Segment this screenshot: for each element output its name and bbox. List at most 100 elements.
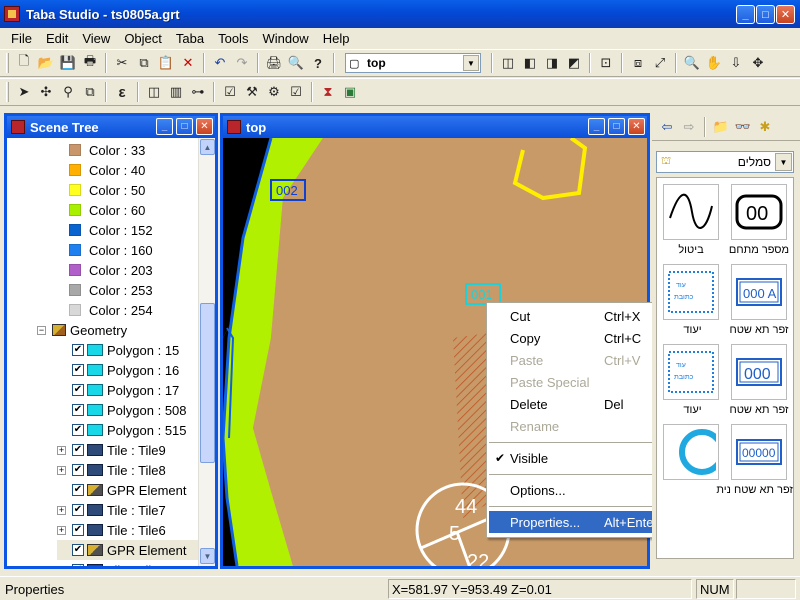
tree-item-color[interactable]: Color : 33 [69, 140, 145, 160]
favorite-star-icon[interactable]: ✱ [754, 116, 776, 138]
tree-item-polygon[interactable]: ✔ Polygon : 16 [57, 360, 179, 380]
toolbar-grip[interactable] [6, 53, 9, 73]
open-folder-icon[interactable]: 📂 [35, 52, 57, 74]
close-button[interactable]: ✕ [776, 5, 795, 24]
up-folder-icon[interactable]: 📁 [710, 116, 732, 138]
scroll-down-icon[interactable]: ▼ [200, 548, 215, 564]
scene-tree-maximize-button[interactable]: □ [176, 118, 193, 135]
panel-left-icon[interactable]: ◫ [143, 81, 165, 103]
tree-item-color[interactable]: Color : 152 [69, 220, 153, 240]
palette-category-select[interactable]: ⛫ סמלים ▼ [656, 151, 794, 173]
scene-tree-list[interactable]: Color : 33 Color : 40 Color : 50 Color : 60… [7, 138, 199, 566]
menu-window[interactable]: Window [255, 31, 315, 46]
export-icon[interactable]: ▣ [339, 81, 361, 103]
print-icon[interactable]: 🖨 [263, 52, 285, 74]
expand-icon[interactable]: + [57, 565, 66, 566]
collapse-icon[interactable]: − [37, 325, 46, 335]
view-select[interactable]: ▢ top ▼ [345, 53, 481, 73]
visibility-checkbox[interactable]: ✔ [72, 404, 84, 416]
visibility-checkbox[interactable]: ✔ [72, 384, 84, 396]
menu-file[interactable]: File [4, 31, 39, 46]
cut-icon[interactable]: ✂ [111, 52, 133, 74]
tree-item-color[interactable]: Color : 253 [69, 280, 153, 300]
scroll-up-icon[interactable]: ▲ [200, 139, 215, 155]
checklist-icon[interactable]: ☑ [219, 81, 241, 103]
view-iso-icon[interactable]: ◨ [541, 52, 563, 74]
menu-tools[interactable]: Tools [211, 31, 255, 46]
scene-tree-close-button[interactable]: ✕ [196, 118, 213, 135]
zoom-window-icon[interactable]: ⧈ [627, 52, 649, 74]
toolbar-grip[interactable] [6, 82, 9, 102]
tree-item-color[interactable]: Color : 40 [69, 160, 145, 180]
help-icon[interactable]: ? [307, 52, 329, 74]
tree-item-color[interactable]: Color : 60 [69, 200, 145, 220]
tools-icon[interactable]: ⚒ [241, 81, 263, 103]
visibility-checkbox[interactable]: ✔ [72, 364, 84, 376]
symbol-tile[interactable]: 00 [731, 184, 787, 240]
zoom-fit-icon[interactable]: ⤢ [649, 52, 671, 74]
top-view-minimize-button[interactable]: _ [588, 118, 605, 135]
symbol-tile[interactable]: עוד כתובת [663, 344, 719, 400]
menu-help[interactable]: Help [316, 31, 357, 46]
tree-item-polygon[interactable]: ✔ Polygon : 17 [57, 380, 179, 400]
tree-item-gpr[interactable]: ✔ GPR Element [57, 540, 199, 560]
visibility-checkbox[interactable]: ✔ [72, 344, 84, 356]
symbol-tile[interactable]: עוד כתובת [663, 264, 719, 320]
pan-hand-icon[interactable]: ✋ [703, 52, 725, 74]
delete-icon[interactable]: ✕ [177, 52, 199, 74]
visibility-checkbox[interactable]: ✔ [72, 564, 84, 566]
settings-icon[interactable]: ⚙ [263, 81, 285, 103]
back-arrow-icon[interactable]: ⇦ [656, 116, 678, 138]
rotate-icon[interactable]: ⇩ [725, 52, 747, 74]
menu-view[interactable]: View [75, 31, 117, 46]
menu-object[interactable]: Object [117, 31, 169, 46]
move-icon[interactable]: ✥ [747, 52, 769, 74]
symbol-tile[interactable] [663, 424, 719, 480]
symbol-tile[interactable]: 000 [731, 344, 787, 400]
tree-item-tile[interactable]: + ✔ Tile : Tile4 [57, 560, 166, 566]
tree-item-polygon[interactable]: ✔ Polygon : 508 [57, 400, 187, 420]
chevron-down-icon[interactable]: ▼ [775, 153, 792, 171]
symbol-tile[interactable]: 00000 [731, 424, 787, 480]
tree-item-tile[interactable]: + ✔ Tile : Tile9 [57, 440, 166, 460]
menu-taba[interactable]: Taba [169, 31, 211, 46]
select-arrow-icon[interactable]: ➤ [13, 81, 35, 103]
maximize-button[interactable]: □ [756, 5, 775, 24]
tree-item-tile[interactable]: + ✔ Tile : Tile8 [57, 460, 166, 480]
layers-icon[interactable]: ⧗ [317, 81, 339, 103]
forward-arrow-icon[interactable]: ⇨ [678, 116, 700, 138]
scroll-thumb[interactable] [200, 303, 215, 463]
view-side-icon[interactable]: ◧ [519, 52, 541, 74]
visibility-checkbox[interactable]: ✔ [72, 484, 84, 496]
scene-tree-minimize-button[interactable]: _ [156, 118, 173, 135]
paste-icon[interactable]: 📋 [155, 52, 177, 74]
tree-item-geometry[interactable]: − Geometry [37, 320, 127, 340]
view-back-icon[interactable]: ◩ [563, 52, 585, 74]
expand-icon[interactable]: + [57, 465, 66, 475]
tree-icon[interactable]: ⊶ [187, 81, 209, 103]
menu-edit[interactable]: Edit [39, 31, 75, 46]
symbol-tile[interactable]: 000 A [731, 264, 787, 320]
print-preview-icon[interactable]: 🔍 [285, 52, 307, 74]
transform-icon[interactable]: ⧉ [79, 81, 101, 103]
minimize-button[interactable]: _ [736, 5, 755, 24]
tree-item-polygon[interactable]: ✔ Polygon : 15 [57, 340, 179, 360]
visibility-checkbox[interactable]: ✔ [72, 524, 84, 536]
tree-item-color[interactable]: Color : 203 [69, 260, 153, 280]
tree-item-color[interactable]: Color : 254 [69, 300, 153, 320]
zoom-extents-icon[interactable]: ⊡ [595, 52, 617, 74]
tree-item-color[interactable]: Color : 50 [69, 180, 145, 200]
tree-item-tile[interactable]: + ✔ Tile : Tile6 [57, 520, 166, 540]
redo-icon[interactable]: ↷ [231, 52, 253, 74]
vertex-edit-icon[interactable]: ⚲ [57, 81, 79, 103]
top-view-close-button[interactable]: ✕ [628, 118, 645, 135]
save-icon[interactable]: 💾 [57, 52, 79, 74]
visibility-checkbox[interactable]: ✔ [72, 504, 84, 516]
top-view-maximize-button[interactable]: □ [608, 118, 625, 135]
find-binoculars-icon[interactable]: 👓 [732, 116, 754, 138]
expand-icon[interactable]: + [57, 445, 66, 455]
tree-item-tile[interactable]: + ✔ Tile : Tile7 [57, 500, 166, 520]
chevron-down-icon[interactable]: ▼ [463, 55, 479, 71]
check-icon[interactable]: ☑ [285, 81, 307, 103]
expand-icon[interactable]: + [57, 525, 66, 535]
